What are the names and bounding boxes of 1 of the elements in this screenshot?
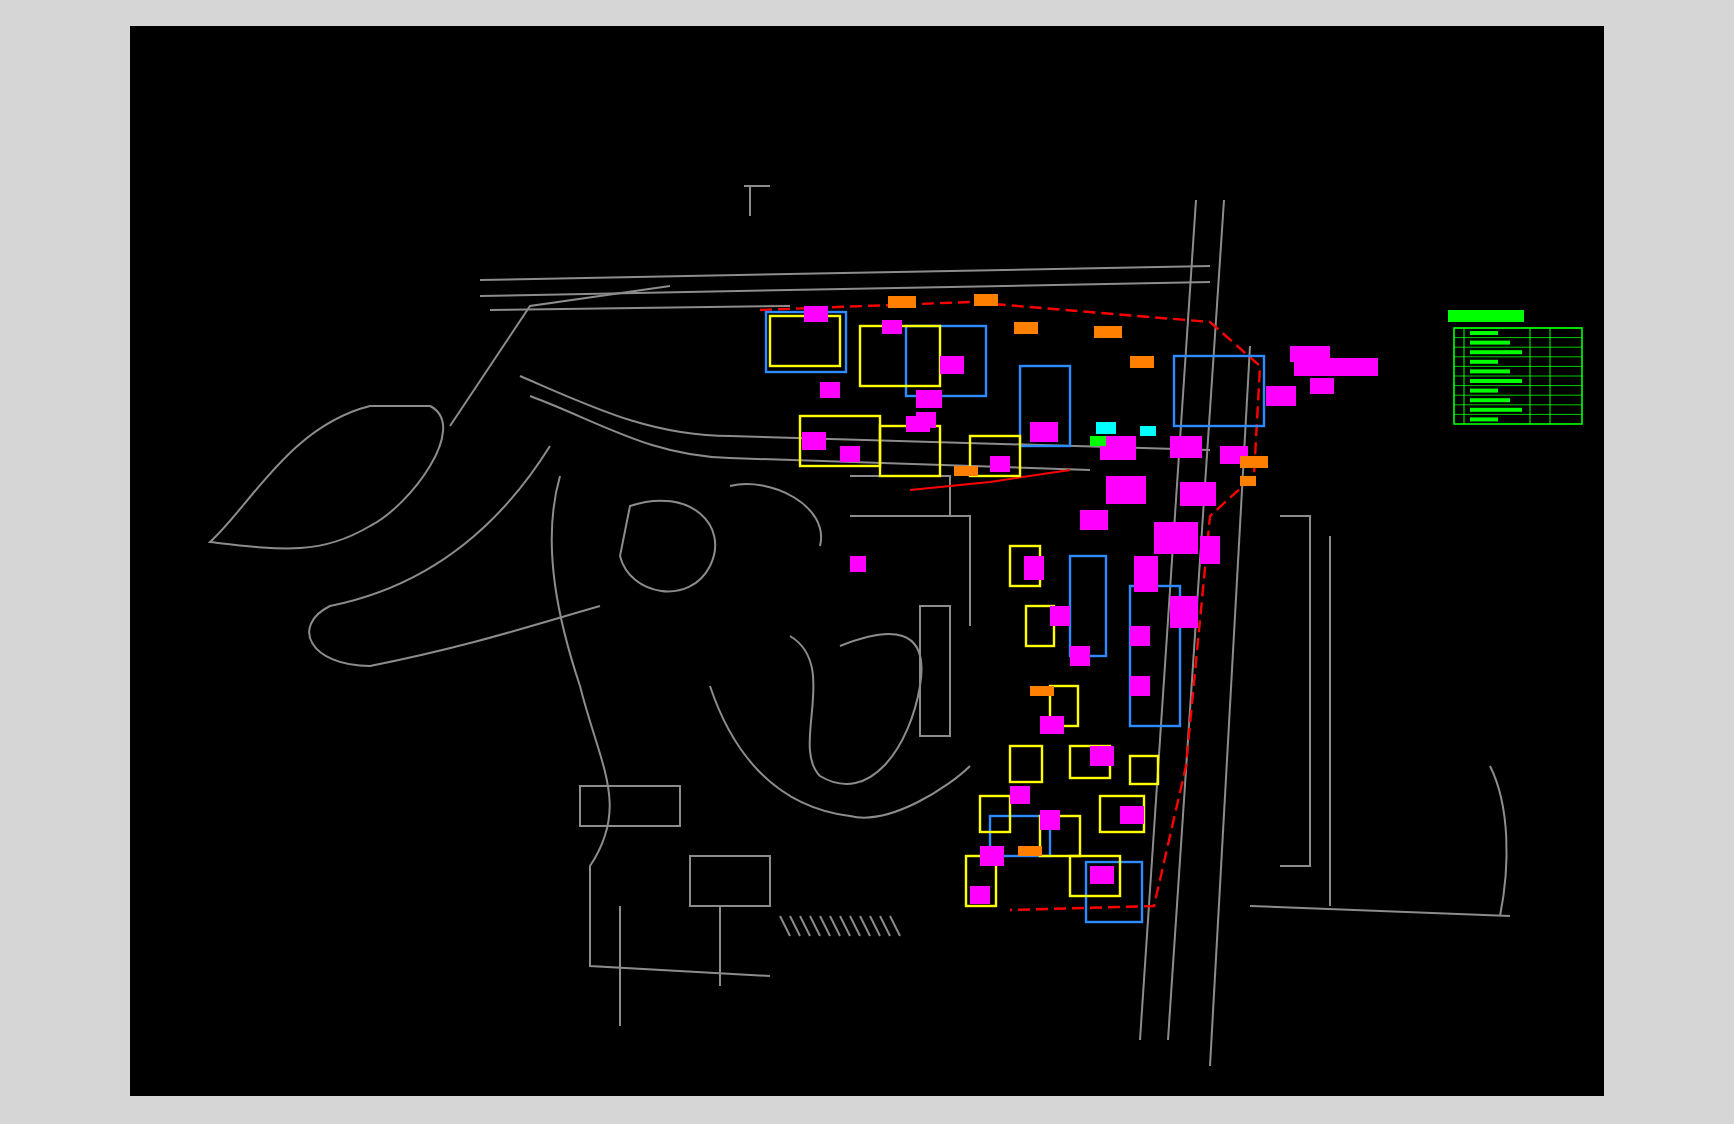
- legend-table-drawing: [1448, 310, 1583, 425]
